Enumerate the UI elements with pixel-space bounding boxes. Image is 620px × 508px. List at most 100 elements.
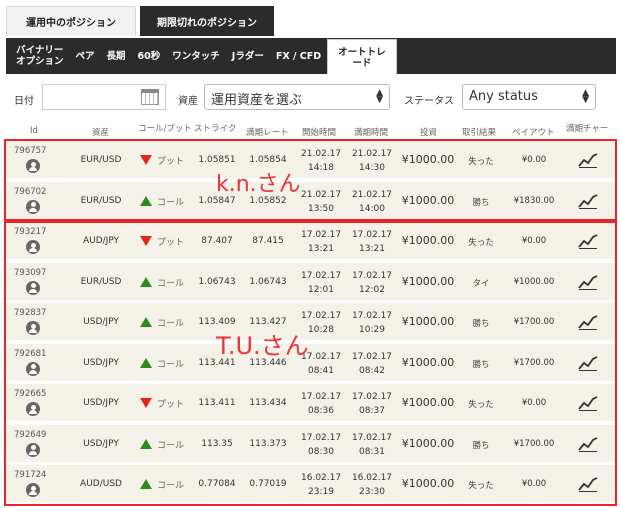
nav-fx-cfd[interactable]: FX / CFD bbox=[270, 51, 327, 62]
user-avatar-icon bbox=[26, 483, 40, 497]
table-row[interactable]: 792665 USD/JPY プット 113.411 113.434 17.02.17 08… bbox=[6, 383, 616, 421]
table-row[interactable]: 792649 USD/JPY コール 113.35 113.373 17.02.17 08:… bbox=[6, 423, 616, 462]
start-clock: 13:21 bbox=[308, 244, 334, 254]
strike-price: 113.411 bbox=[198, 398, 236, 408]
payout-amount: ¥0.00 bbox=[521, 236, 547, 246]
table-row[interactable]: 792837 USD/JPY コール 113.409 113.427 17.02.17 10… bbox=[6, 302, 616, 340]
status-select[interactable]: Any status ▲ ▼ bbox=[462, 84, 596, 110]
annotation-k-n: k.n.さん bbox=[216, 172, 301, 197]
call-arrow-icon bbox=[140, 357, 152, 368]
start-clock: 10:28 bbox=[308, 325, 334, 335]
asset-name: USD/JPY bbox=[83, 357, 119, 368]
end-clock: 14:00 bbox=[359, 203, 385, 214]
user-avatar-icon bbox=[26, 442, 40, 457]
direction: コール bbox=[140, 357, 192, 370]
expiry-chart-icon[interactable] bbox=[578, 274, 598, 290]
position-id: 792649 bbox=[14, 429, 47, 440]
start-time: 16.02.17 23:19 bbox=[301, 471, 341, 499]
payout-amount: ¥0.00 bbox=[521, 479, 547, 489]
call-arrow-icon bbox=[140, 195, 152, 206]
table-row[interactable]: 792681 USD/JPY コール 113.441 113.446 17.02.17 08… bbox=[6, 342, 616, 381]
expiry-chart-icon[interactable] bbox=[578, 436, 598, 452]
table-row[interactable]: 793217 AUD/JPY プット 87.407 87.415 17.02.17 13:2… bbox=[6, 221, 616, 259]
position-id: 796702 bbox=[14, 186, 47, 197]
nav-j-ladder[interactable]: Jラダー bbox=[226, 51, 270, 62]
start-clock: 08:36 bbox=[308, 406, 334, 416]
payout-amount: ¥1700.00 bbox=[513, 438, 555, 449]
col-direction: コール/プット bbox=[138, 124, 192, 134]
payout-amount: ¥1700.00 bbox=[513, 357, 555, 368]
nav-one-touch[interactable]: ワンタッチ bbox=[166, 51, 226, 62]
position-id: 793097 bbox=[14, 267, 47, 278]
expiry-chart-icon[interactable] bbox=[578, 355, 598, 371]
end-date: 17.02.17 bbox=[351, 311, 393, 321]
nav-binary-options[interactable]: バイナリー オプション bbox=[6, 45, 70, 67]
direction: プット bbox=[140, 235, 192, 248]
col-id: Id bbox=[30, 126, 38, 136]
expiry-chart-icon[interactable] bbox=[578, 476, 598, 492]
payout-amount: ¥0.00 bbox=[521, 155, 547, 165]
nav-60-seconds[interactable]: 60秒 bbox=[132, 51, 167, 62]
asset-name: EUR/USD bbox=[80, 155, 122, 165]
expiry-chart-icon[interactable] bbox=[578, 152, 598, 168]
expiry-chart-icon[interactable] bbox=[578, 395, 598, 411]
nav-long-term[interactable]: 長期 bbox=[101, 51, 132, 62]
investment-amount: ¥1000.00 bbox=[401, 396, 455, 409]
calendar-icon[interactable] bbox=[141, 89, 159, 105]
user-avatar-icon bbox=[26, 321, 40, 335]
end-clock: 13:21 bbox=[359, 244, 385, 254]
asset-select-value: 運用資産を選ぶ bbox=[211, 93, 303, 108]
asset-name: EUR/USD bbox=[80, 276, 122, 287]
end-date: 17.02.17 bbox=[351, 351, 393, 362]
direction: プット bbox=[140, 154, 192, 167]
call-arrow-icon bbox=[140, 276, 152, 287]
trade-result: 勝ち bbox=[472, 197, 490, 208]
col-strike: ストライク bbox=[194, 124, 237, 134]
end-date: 21.02.17 bbox=[351, 189, 393, 200]
tab-expired-positions[interactable]: 期限切れのポジション bbox=[140, 6, 274, 36]
expiry-chart-icon[interactable] bbox=[578, 233, 598, 249]
position-tabs: 運用中のポジション 期限切れのポジション bbox=[6, 6, 274, 36]
call-arrow-icon bbox=[140, 438, 152, 449]
strike-price: 1.06743 bbox=[198, 276, 236, 287]
nav-auto-trade[interactable]: オートトレ ード bbox=[327, 39, 397, 75]
nav-pair[interactable]: ペア bbox=[70, 51, 101, 62]
trade-result: 勝ち bbox=[472, 359, 490, 370]
payout-amount: ¥1700.00 bbox=[513, 317, 555, 327]
end-date: 16.02.17 bbox=[351, 473, 393, 483]
select-arrows-icon: ▲ ▼ bbox=[376, 88, 383, 105]
user-avatar-icon bbox=[26, 280, 40, 295]
end-time: 21.02.17 14:00 bbox=[351, 188, 393, 216]
start-clock: 08:41 bbox=[308, 365, 334, 376]
table-row[interactable]: 793097 EUR/USD コール 1.06743 1.06743 17.02.17 12… bbox=[6, 261, 616, 300]
start-clock: 14:18 bbox=[308, 163, 334, 173]
position-id: 796757 bbox=[14, 146, 47, 156]
direction-label: コール bbox=[157, 359, 185, 370]
tab-open-positions[interactable]: 運用中のポジション bbox=[6, 6, 136, 36]
direction-label: コール bbox=[157, 278, 185, 289]
asset-name: EUR/USD bbox=[80, 195, 122, 206]
col-expiry-chart: 満期チャー bbox=[566, 124, 609, 134]
investment-amount: ¥1000.00 bbox=[401, 315, 455, 328]
end-time: 16.02.17 23:30 bbox=[351, 471, 393, 499]
asset-name: AUD/JPY bbox=[82, 236, 120, 246]
table-row[interactable]: 796757 EUR/USD プット 1.05851 1.05854 21.02.17 14… bbox=[6, 140, 616, 178]
start-date: 17.02.17 bbox=[301, 230, 342, 240]
trade-result: 失った bbox=[468, 481, 494, 491]
end-time: 17.02.17 08:42 bbox=[351, 350, 393, 378]
position-id: 792837 bbox=[14, 308, 47, 318]
start-date: 21.02.17 bbox=[301, 189, 342, 200]
start-clock: 12:01 bbox=[308, 284, 334, 295]
end-clock: 14:30 bbox=[359, 163, 385, 173]
col-start-time: 開始時間 bbox=[302, 128, 337, 138]
asset-select[interactable]: 運用資産を選ぶ ▲ ▼ bbox=[204, 84, 390, 110]
table-row[interactable]: 796702 EUR/USD コール 1.05847 1.05852 21.02.17 13… bbox=[6, 180, 616, 219]
table-row[interactable]: 791724 AUD/USD コール 0.77084 0.77019 16.02.17 23… bbox=[6, 464, 616, 502]
expiry-chart-icon[interactable] bbox=[578, 193, 598, 209]
trade-result: 失った bbox=[468, 400, 494, 410]
date-field[interactable] bbox=[42, 84, 166, 110]
direction: プット bbox=[140, 397, 192, 410]
expiry-chart-icon[interactable] bbox=[578, 314, 598, 330]
investment-amount: ¥1000.00 bbox=[401, 274, 455, 288]
start-time: 17.02.17 08:30 bbox=[301, 431, 341, 459]
